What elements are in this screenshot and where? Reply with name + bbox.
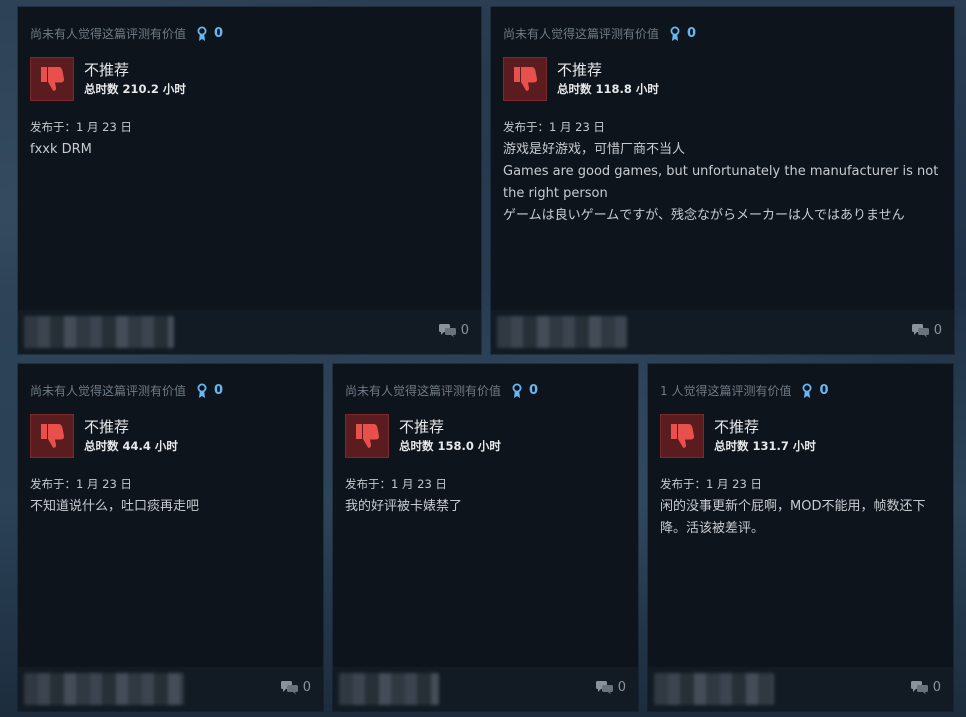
review-verdict: 不推荐 — [84, 61, 130, 79]
thumbs-down-icon — [30, 57, 74, 101]
comment-count-button[interactable]: 0 — [910, 680, 941, 695]
posted-date: 发布于：1 月 23 日 — [345, 477, 447, 491]
review-content: fxxk DRM — [30, 142, 92, 157]
review-verdict: 不推荐 — [399, 418, 445, 436]
comment-bubble-icon — [595, 680, 614, 695]
review-card: 尚未有人觉得这篇评测有价值 0 不推荐 总时数 158.0 小时 发布于：1 月… — [333, 364, 638, 711]
helpful-count-text: 尚未有人觉得这篇评测有价值 0 — [30, 26, 224, 42]
comment-bubble-icon — [280, 680, 299, 695]
award-ribbon-icon[interactable] — [511, 383, 523, 399]
posted-date: 发布于：1 月 23 日 — [30, 120, 132, 134]
award-count: 0 — [214, 383, 224, 398]
author-avatar-redacted[interactable] — [339, 673, 439, 705]
thumbs-down-icon — [30, 414, 74, 458]
comment-count-button[interactable]: 0 — [595, 680, 626, 695]
review-footer: 0 — [648, 667, 953, 711]
comment-count-button[interactable]: 0 — [280, 680, 311, 695]
review-verdict: 不推荐 — [714, 418, 760, 436]
review-content: 不知道说什么，吐口痰再走吧 — [30, 499, 200, 514]
author-avatar-redacted[interactable] — [24, 673, 184, 705]
comment-count-button[interactable]: 0 — [911, 323, 942, 338]
comment-bubble-icon — [438, 323, 457, 338]
review-verdict: 不推荐 — [557, 61, 603, 79]
author-avatar-redacted[interactable] — [654, 673, 774, 705]
review-footer: 0 — [18, 667, 323, 711]
playtime-hours: 总时数 118.8 小时 — [557, 82, 659, 96]
award-count: 0 — [819, 383, 829, 398]
review-footer: 0 — [18, 310, 481, 354]
review-card: 尚未有人觉得这篇评测有价值 0 不推荐 总时数 210.2 小时 发布于：1 月… — [18, 7, 481, 354]
posted-date: 发布于：1 月 23 日 — [660, 477, 762, 491]
award-count: 0 — [687, 26, 697, 41]
thumbs-down-icon — [345, 414, 389, 458]
playtime-hours: 总时数 158.0 小时 — [399, 439, 501, 453]
review-content: 闲的没事更新个屁啊，MOD不能用，帧数还下降。活该被差评。 — [660, 499, 926, 536]
thumbs-down-icon — [660, 414, 704, 458]
review-verdict: 不推荐 — [84, 418, 130, 436]
award-count: 0 — [214, 26, 224, 41]
helpful-count-text: 尚未有人觉得这篇评测有价值 0 — [345, 383, 539, 399]
award-ribbon-icon[interactable] — [669, 26, 681, 42]
comment-count-button[interactable]: 0 — [438, 323, 469, 338]
comment-bubble-icon — [910, 680, 929, 695]
playtime-hours: 总时数 210.2 小时 — [84, 82, 186, 96]
award-ribbon-icon[interactable] — [196, 383, 208, 399]
review-footer: 0 — [333, 667, 638, 711]
review-content: 我的好评被卡婊禁了 — [345, 499, 463, 514]
helpful-count-text: 尚未有人觉得这篇评测有价值 0 — [503, 26, 697, 42]
award-count: 0 — [529, 383, 539, 398]
award-ribbon-icon[interactable] — [196, 26, 208, 42]
author-avatar-redacted[interactable] — [24, 316, 174, 348]
review-card: 尚未有人觉得这篇评测有价值 0 不推荐 总时数 118.8 小时 发布于：1 月… — [491, 7, 954, 354]
award-ribbon-icon[interactable] — [801, 383, 813, 399]
review-card: 尚未有人觉得这篇评测有价值 0 不推荐 总时数 44.4 小时 发布于：1 月 … — [18, 364, 323, 711]
review-content: 游戏是好游戏，可惜厂商不当人 Games are good games, but… — [503, 142, 939, 223]
thumbs-down-icon — [503, 57, 547, 101]
comment-bubble-icon — [911, 323, 930, 338]
posted-date: 发布于：1 月 23 日 — [30, 477, 132, 491]
review-footer: 0 — [491, 310, 954, 354]
playtime-hours: 总时数 44.4 小时 — [84, 439, 178, 453]
author-avatar-redacted[interactable] — [497, 316, 627, 348]
review-card: 1 人觉得这篇评测有价值 0 不推荐 总时数 131.7 小时 发布于：1 月 … — [648, 364, 953, 711]
posted-date: 发布于：1 月 23 日 — [503, 120, 605, 134]
helpful-count-text: 尚未有人觉得这篇评测有价值 0 — [30, 383, 224, 399]
playtime-hours: 总时数 131.7 小时 — [714, 439, 816, 453]
helpful-count-text: 1 人觉得这篇评测有价值 0 — [660, 383, 829, 399]
